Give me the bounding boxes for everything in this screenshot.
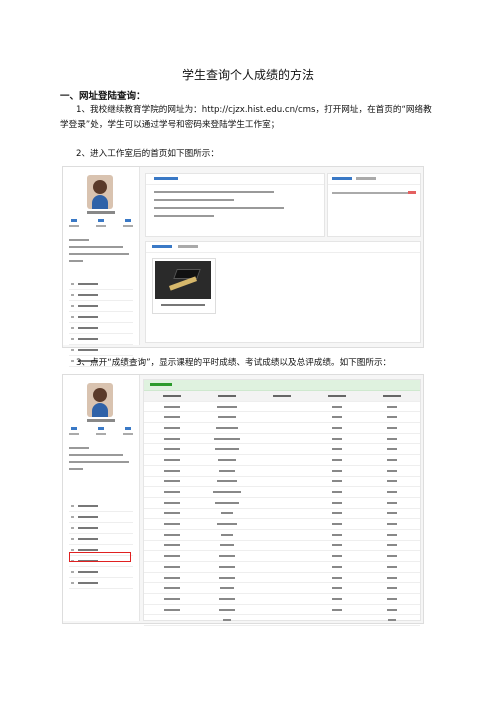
avatar	[87, 383, 113, 417]
table-row	[144, 477, 420, 488]
menu-item[interactable]	[69, 534, 133, 545]
paragraph-1: 1、我校继续教育学院的网址为：http://cjzx.hist.edu.cn/c…	[60, 105, 432, 130]
menu-item[interactable]	[69, 567, 133, 578]
table-row	[144, 423, 420, 434]
table-row	[144, 509, 420, 520]
stats-row	[69, 427, 133, 437]
stat-3	[123, 219, 133, 229]
table-row	[144, 412, 420, 424]
paragraph-3: 3、点开“成绩查询”，显示课程的平时成绩、考试成绩以及总评成绩。如下图所示：	[76, 358, 392, 368]
menu-item[interactable]	[69, 312, 133, 323]
menu-item[interactable]	[69, 345, 133, 356]
course-name	[161, 304, 205, 306]
course-tabs	[146, 242, 420, 253]
notice-panel	[145, 173, 325, 237]
stat-1	[69, 219, 79, 229]
menu-item[interactable]	[69, 290, 133, 301]
table-row	[144, 498, 420, 509]
table-row	[144, 434, 420, 445]
menu-item[interactable]	[69, 578, 133, 589]
doc-title: 学生查询个人成绩的方法	[181, 68, 314, 82]
table-row	[144, 444, 420, 456]
stat-2	[96, 427, 106, 437]
news-panel	[327, 173, 421, 237]
stat-3	[123, 427, 133, 437]
table-row	[144, 466, 420, 477]
table-row	[144, 583, 420, 595]
table-header	[144, 391, 420, 402]
course-card[interactable]	[152, 258, 216, 314]
sidebar-menu	[69, 501, 133, 589]
table-row	[144, 573, 420, 584]
menu-item[interactable]	[69, 334, 133, 345]
grade-query-highlight[interactable]	[69, 552, 131, 562]
screenshot-grades	[62, 374, 424, 627]
news-tabs	[328, 174, 420, 185]
table-body	[144, 402, 420, 627]
table-row	[144, 519, 420, 530]
menu-item[interactable]	[69, 523, 133, 534]
sidebar	[63, 167, 140, 367]
table-row	[144, 487, 420, 498]
table-row	[144, 530, 420, 541]
table-row	[144, 541, 420, 552]
student-info	[69, 447, 133, 475]
table-row	[144, 402, 420, 413]
avatar	[87, 175, 113, 209]
graduation-cap-image	[155, 261, 211, 299]
table-row	[144, 594, 420, 605]
menu-item[interactable]	[69, 323, 133, 334]
sidebar	[63, 375, 140, 621]
table-row	[144, 605, 420, 616]
stat-2	[96, 219, 106, 229]
stat-1	[69, 427, 79, 437]
student-name	[87, 211, 115, 214]
screenshot-home	[62, 166, 424, 367]
section-heading: 一、网址登陆查询：	[60, 91, 146, 102]
notice-header	[146, 174, 324, 185]
grade-table-panel	[143, 379, 421, 627]
student-name	[87, 419, 115, 422]
table-row	[144, 551, 420, 562]
table-row	[144, 562, 420, 573]
table-row	[144, 615, 420, 627]
menu-item[interactable]	[69, 301, 133, 312]
table-row	[144, 455, 420, 466]
student-info	[69, 239, 133, 267]
menu-item[interactable]	[69, 279, 133, 290]
paragraph-2: 2、进入工作室后的首页如下图所示：	[76, 149, 219, 159]
sidebar-menu	[69, 279, 133, 367]
grade-panel-title	[144, 380, 420, 391]
stats-row	[69, 219, 133, 229]
news-row[interactable]	[332, 191, 416, 194]
menu-item[interactable]	[69, 501, 133, 512]
course-panel	[145, 241, 421, 343]
menu-item[interactable]	[69, 512, 133, 523]
